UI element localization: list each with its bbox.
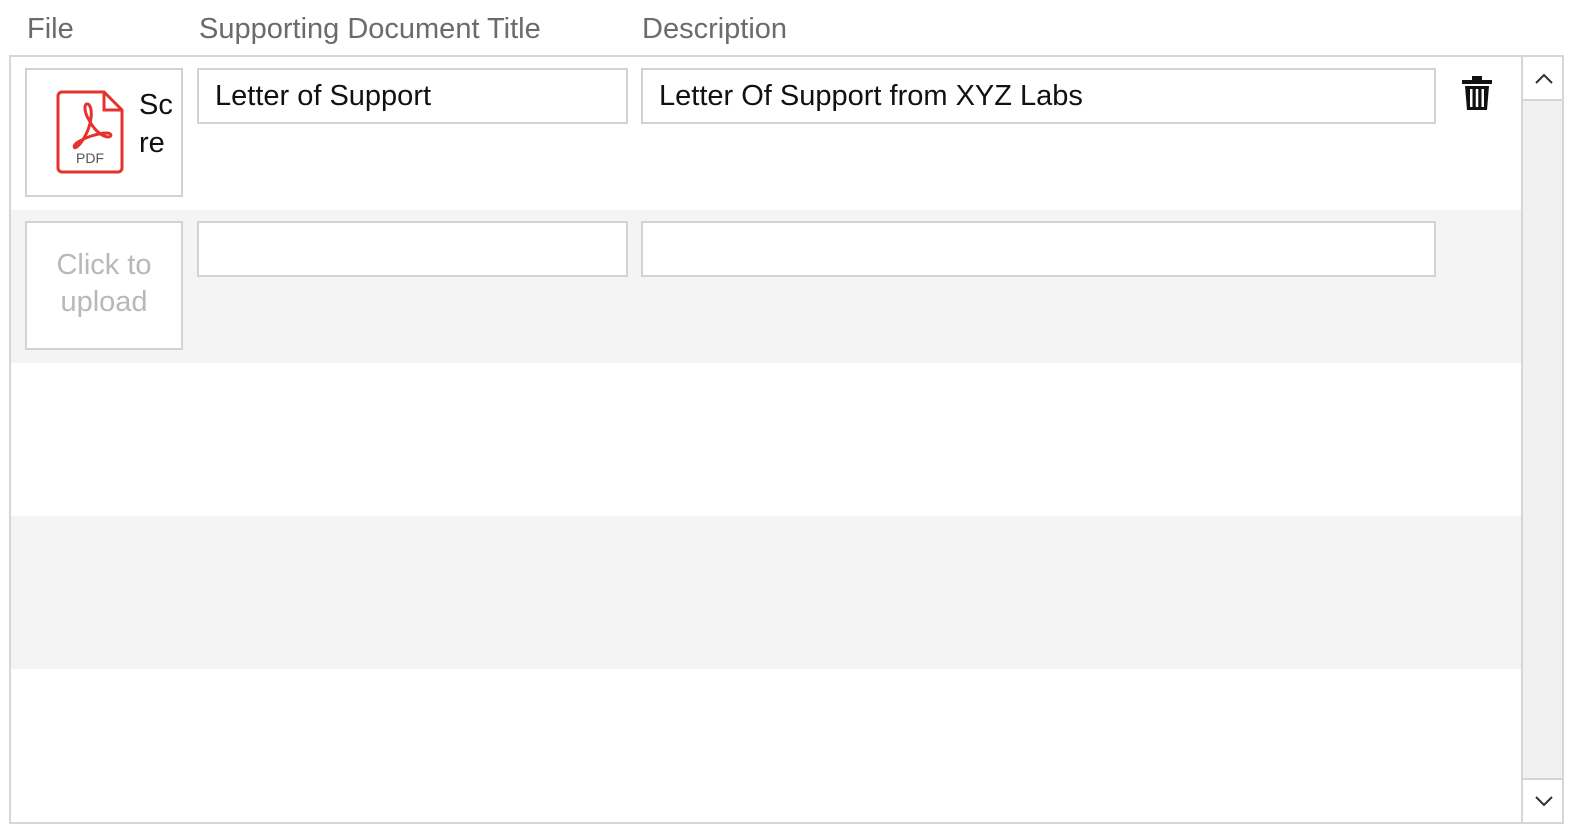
chevron-down-icon [1534, 795, 1553, 806]
pdf-file-icon: PDF [56, 90, 124, 174]
file-preview[interactable]: PDF Scre [25, 68, 183, 197]
column-header-title: Supporting Document Title [199, 13, 541, 45]
scroll-down-button[interactable] [1523, 778, 1562, 822]
upload-label: Click to upload [56, 249, 152, 318]
empty-row [11, 516, 1521, 669]
empty-row [11, 363, 1521, 516]
description-input[interactable] [641, 68, 1436, 124]
table-rows: PDF Scre Click to upload [11, 57, 1521, 822]
trash-icon [1462, 76, 1492, 110]
upload-file-button[interactable]: Click to upload [25, 221, 183, 350]
table-row: PDF Scre [11, 57, 1521, 210]
file-name: Scre [139, 89, 173, 159]
column-header-description: Description [642, 13, 788, 45]
document-title-input[interactable] [197, 68, 628, 124]
empty-row [11, 669, 1521, 822]
table-row: Click to upload [11, 210, 1521, 363]
scroll-up-button[interactable] [1523, 57, 1562, 101]
chevron-up-icon [1534, 73, 1553, 84]
description-input[interactable] [641, 221, 1436, 277]
column-header-file: File [27, 13, 74, 45]
document-title-input[interactable] [197, 221, 628, 277]
delete-row-button[interactable] [1457, 71, 1497, 115]
vertical-scrollbar[interactable] [1521, 57, 1562, 822]
supporting-documents-table: PDF Scre Click to upload [9, 55, 1564, 824]
svg-text:PDF: PDF [76, 150, 104, 166]
